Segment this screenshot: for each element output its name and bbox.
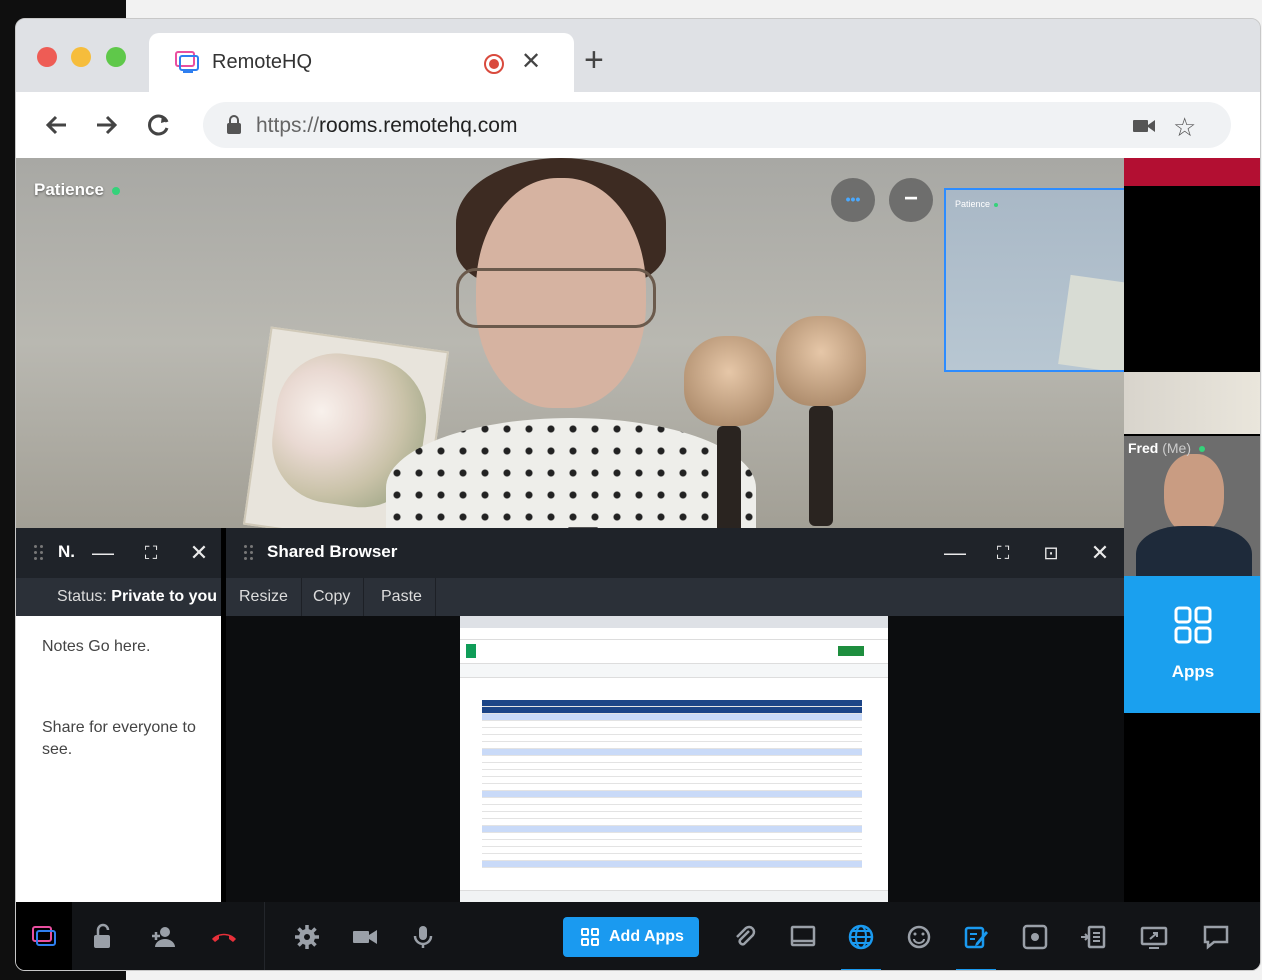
add-person-icon[interactable] xyxy=(150,923,178,951)
chat-bubble-icon[interactable] xyxy=(1202,923,1230,951)
forward-arrow-icon[interactable] xyxy=(91,110,121,140)
add-apps-button[interactable]: Add Apps xyxy=(563,917,699,957)
tab-remotehq[interactable]: RemoteHQ ✕ xyxy=(149,33,574,92)
exit-to-app-icon[interactable] xyxy=(1079,923,1107,951)
maximize-window-button[interactable] xyxy=(106,47,126,67)
hang-up-icon[interactable] xyxy=(210,923,238,951)
spreadsheet-grid[interactable] xyxy=(482,700,862,880)
notes-status-bar: Status: Private to you xyxy=(16,578,221,616)
participant-column: Fred (Me) Apps xyxy=(1124,158,1260,970)
paperclip-icon[interactable] xyxy=(731,923,759,951)
resize-button[interactable]: Resize xyxy=(226,578,302,616)
shared-browser-header: Shared Browser — ⛶ ⊡ ✕ xyxy=(226,528,1124,578)
notes-panel-header: N. — ⛶ ✕ xyxy=(16,528,221,578)
notes-panel: N. — ⛶ ✕ Status: Private to you Notes Go… xyxy=(16,528,221,902)
screenshot-icon[interactable]: ⊡ xyxy=(1038,540,1064,566)
participant-thumbnail-red xyxy=(1124,158,1260,186)
screen-share-icon[interactable] xyxy=(1140,923,1168,951)
back-arrow-icon[interactable] xyxy=(42,110,72,140)
lock-icon xyxy=(227,115,241,134)
self-video-thumbnail[interactable]: Fred (Me) xyxy=(1124,436,1260,576)
video-person-glasses xyxy=(456,268,656,328)
address-bar[interactable]: https://rooms.remotehq.com ☆ xyxy=(203,102,1231,148)
unlock-icon[interactable] xyxy=(88,923,116,951)
self-face xyxy=(1164,454,1224,534)
remotehq-logo-icon xyxy=(32,926,56,946)
minimize-panel-icon[interactable]: — xyxy=(942,540,968,566)
browser-window: RemoteHQ ✕ + https://rooms.remotehq.com xyxy=(15,18,1261,971)
notes-panel-title: N. xyxy=(58,542,75,561)
pip-participant-name: Patience xyxy=(955,199,999,209)
shared-browser-title: Shared Browser xyxy=(267,542,398,561)
apps-grid-icon xyxy=(581,928,599,946)
apps-tile-label: Apps xyxy=(1171,662,1215,681)
recording-icon xyxy=(484,54,504,74)
record-icon[interactable] xyxy=(1021,923,1049,951)
main-participant-name: Patience xyxy=(34,180,120,200)
notes-status-value: Private to you xyxy=(111,588,218,605)
online-status-icon xyxy=(1199,446,1206,453)
online-status-icon xyxy=(994,202,999,207)
close-window-button[interactable] xyxy=(37,47,57,67)
reload-icon[interactable] xyxy=(144,110,174,140)
new-tab-button[interactable]: + xyxy=(584,43,604,77)
close-tab-icon[interactable]: ✕ xyxy=(521,47,541,76)
emoji-icon[interactable] xyxy=(905,923,933,951)
tab-strip: RemoteHQ ✕ + xyxy=(16,19,1260,92)
close-panel-icon[interactable]: ✕ xyxy=(186,540,212,566)
bookmark-star-icon[interactable]: ☆ xyxy=(1173,112,1196,143)
paste-button[interactable]: Paste xyxy=(368,578,436,616)
room-bottom-bar: Add Apps xyxy=(16,902,1260,970)
drag-handle-icon[interactable] xyxy=(34,545,46,563)
share-button[interactable] xyxy=(838,646,864,656)
shared-webpage-view[interactable] xyxy=(460,616,888,902)
remotehq-room: Patience ••• − Patience Fred (Me) Apps N… xyxy=(16,158,1260,970)
self-participant-name: Fred (Me) xyxy=(1128,440,1206,456)
drag-handle-icon[interactable] xyxy=(244,545,256,563)
self-shirt xyxy=(1136,526,1252,576)
notes-editor[interactable]: Notes Go here. Share for everyone to see… xyxy=(42,636,212,761)
fullscreen-icon[interactable]: ⛶ xyxy=(990,540,1016,566)
online-status-icon xyxy=(111,186,120,195)
notes-edit-icon[interactable] xyxy=(962,923,990,951)
video-candle-holder xyxy=(684,336,774,528)
minimize-window-button[interactable] xyxy=(71,47,91,67)
shared-browser-toolbar: Resize Copy Paste xyxy=(226,578,1124,616)
copy-button[interactable]: Copy xyxy=(300,578,365,616)
globe-browser-icon[interactable] xyxy=(847,923,875,951)
sheets-logo-icon xyxy=(466,644,476,658)
minimize-panel-icon[interactable]: — xyxy=(90,540,116,566)
participant-thumbnail[interactable] xyxy=(1124,372,1260,434)
minimize-video-button[interactable]: − xyxy=(889,178,933,222)
video-camera-icon[interactable] xyxy=(351,923,379,951)
notes-line: Share for everyone to see. xyxy=(42,719,196,758)
video-candle-holder xyxy=(776,316,866,528)
add-apps-label: Add Apps xyxy=(609,928,684,945)
apps-tile-button[interactable]: Apps xyxy=(1124,576,1260,713)
notes-line: Notes Go here. xyxy=(42,638,151,655)
shared-browser-panel: Shared Browser — ⛶ ⊡ ✕ Resize Copy Paste xyxy=(226,528,1124,902)
tab-title: RemoteHQ xyxy=(212,51,313,73)
browser-toolbar: https://rooms.remotehq.com ☆ xyxy=(16,92,1260,158)
more-options-button[interactable]: ••• xyxy=(831,178,875,222)
whiteboard-icon[interactable] xyxy=(789,923,817,951)
apps-grid-icon xyxy=(1174,606,1212,644)
remotehq-logo-icon xyxy=(175,51,199,73)
settings-gear-icon[interactable] xyxy=(293,923,321,951)
fullscreen-icon[interactable]: ⛶ xyxy=(138,540,164,566)
close-panel-icon[interactable]: ✕ xyxy=(1087,540,1113,566)
active-indicator xyxy=(841,969,881,970)
camera-permission-icon[interactable] xyxy=(1132,117,1156,135)
active-indicator xyxy=(956,969,996,970)
remotehq-home-button[interactable] xyxy=(16,902,72,970)
url-text[interactable]: https://rooms.remotehq.com xyxy=(256,114,517,138)
microphone-icon[interactable] xyxy=(409,923,437,951)
